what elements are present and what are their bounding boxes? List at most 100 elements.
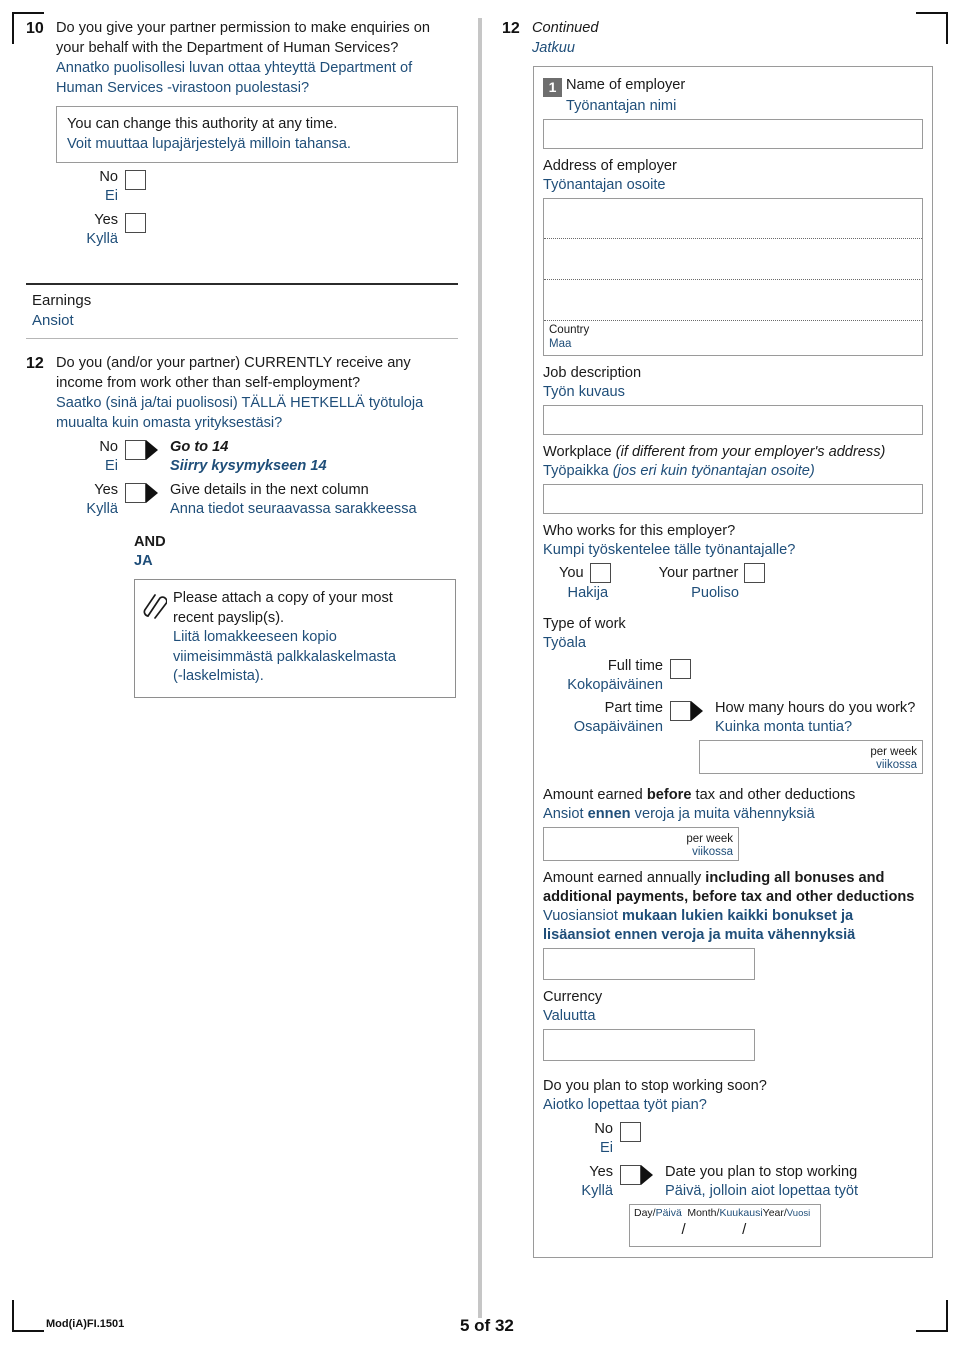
date-slash-2: / — [742, 1221, 747, 1238]
workplace-input[interactable] — [543, 484, 923, 514]
question-12-no-action-fi: Siirry kysymykseen 14 — [170, 458, 327, 474]
amount-before-fi-a: Ansiot — [543, 806, 588, 822]
question-10-no-checkbox[interactable] — [125, 170, 146, 190]
type-of-work-label-en: Type of work — [543, 616, 626, 632]
stop-working-no-checkbox[interactable] — [620, 1122, 641, 1142]
question-12-no-label-en: No — [99, 439, 118, 455]
stop-working-date-input[interactable]: Day/Päivä Month/Kuukausi Year/Vuosi / / — [629, 1204, 821, 1247]
attachment-fi-line1: Liitä lomakkeeseen kopio — [173, 629, 337, 645]
who-works-partner-label-fi: Puoliso — [691, 585, 739, 601]
question-12-yes-label-en: Yes — [94, 482, 118, 498]
question-12-and-en: AND — [134, 534, 166, 550]
question-10-note-fi: Voit muuttaa lupajärjestelyä milloin tah… — [67, 136, 351, 152]
stop-date-label-fi: Päivä, jolloin aiot lopettaa työt — [665, 1183, 859, 1199]
workplace-label: Workplace (if different from your employ… — [543, 443, 923, 481]
who-works-partner[interactable]: Your partner Puoliso — [659, 563, 772, 603]
date-header-row: Day/Päivä Month/Kuukausi Year/Vuosi — [630, 1205, 820, 1220]
arrow-right-icon — [641, 1165, 653, 1185]
stop-working-no-label-fi: Ei — [600, 1140, 613, 1156]
job-description-input[interactable] — [543, 405, 923, 435]
arrow-right-icon — [691, 701, 703, 721]
stop-working-yes-label-en: Yes — [589, 1164, 613, 1180]
amount-annual-fi-c: lisäansiot ennen veroja ja muita vähenny… — [543, 927, 856, 943]
full-time-checkbox[interactable] — [670, 659, 691, 679]
question-12-yes-checkbox[interactable] — [125, 483, 146, 503]
attachment-fi-line3: (-laskelmista). — [173, 668, 264, 684]
question-12-and-fi: JA — [134, 553, 153, 569]
job-description-label-en: Job description — [543, 365, 642, 381]
stop-working-option-no[interactable]: No Ei — [551, 1120, 923, 1158]
question-12-continued-header: 12 Continued Jatkuu — [502, 18, 934, 58]
question-12-en-line2: income from work other than self-employm… — [56, 375, 361, 391]
type-of-work-part-time[interactable]: Part time Osapäiväinen How many hours do… — [543, 699, 923, 737]
question-10-option-no[interactable]: No Ei — [56, 168, 458, 206]
type-of-work-full-time[interactable]: Full time Kokopäiväinen — [543, 657, 923, 695]
workplace-label-en: Workplace — [543, 444, 616, 460]
crop-mark-bottom-right — [916, 1300, 948, 1332]
stop-working-yes-checkbox[interactable] — [620, 1165, 641, 1185]
employer-country-field[interactable]: Country Maa — [543, 322, 923, 356]
amount-before-en-a: Amount earned — [543, 787, 647, 803]
question-10-note-box: You can change this authority at any tim… — [56, 106, 458, 163]
part-time-checkbox[interactable] — [670, 701, 691, 721]
who-works-you[interactable]: You Hakija — [559, 563, 617, 603]
attachment-en-line2: recent payslip(s). — [173, 609, 285, 626]
type-of-work-label-fi: Työala — [543, 635, 586, 651]
hours-question-en: How many hours do you work? — [715, 700, 916, 716]
date-month-header: Month/Kuukausi — [687, 1207, 763, 1219]
hours-question-fi: Kuinka monta tuntia? — [715, 719, 853, 735]
question-12-option-no[interactable]: No Ei Go to 14 Siirry kysymykseen 14 — [56, 438, 458, 476]
stop-working-question-fi: Aiotko lopettaa työt pian? — [543, 1097, 707, 1113]
employer-index-badge: 1 — [543, 78, 562, 97]
stop-date-label-en: Date you plan to stop working — [665, 1164, 858, 1180]
employer-name-input[interactable] — [543, 119, 923, 149]
full-time-label-en: Full time — [607, 658, 663, 674]
question-10-option-yes[interactable]: Yes Kyllä — [56, 211, 458, 249]
hours-unit-fi: viikossa — [876, 759, 917, 771]
employer-country-label-fi: Maa — [549, 337, 572, 350]
currency-input[interactable] — [543, 1029, 755, 1061]
amount-before-en-c: tax and other deductions — [691, 787, 856, 803]
earnings-section-header: Earnings Ansiot — [26, 283, 458, 339]
question-10-yes-checkbox[interactable] — [125, 213, 146, 233]
amount-before-unit-fi: viikossa — [692, 846, 733, 858]
question-12-number: 12 — [26, 355, 44, 372]
amount-annual-input[interactable] — [543, 948, 755, 980]
question-10-fi-line2: Human Services -virastoon puolestasi? — [56, 80, 310, 96]
page-number: 5 of 32 — [460, 1316, 514, 1335]
amount-before-unit-en: per week — [686, 833, 733, 845]
left-column: 10 Do you give your partner permission t… — [26, 18, 458, 698]
attachment-note-box: Please attach a copy of your most recent… — [134, 579, 456, 698]
question-12-no-checkbox[interactable] — [125, 440, 146, 460]
question-12-yes-action-en: Give details in the next column — [170, 482, 369, 498]
question-10-note-en: You can change this authority at any tim… — [67, 116, 338, 132]
amount-annual-label: Amount earned annually including all bon… — [543, 869, 923, 945]
who-works-you-checkbox[interactable] — [589, 563, 611, 583]
question-10-yes-label-en: Yes — [94, 212, 118, 228]
employer-address-input[interactable] — [543, 198, 923, 322]
amount-before-fi-b: ennen — [587, 806, 631, 822]
question-10-no-label-fi: Ei — [105, 188, 118, 204]
employer-name-label-fi: Työnantajan nimi — [566, 98, 677, 114]
amount-annual-en-b: including all bonuses and — [705, 870, 885, 886]
employer-country-label-en: Country — [549, 324, 590, 336]
who-works-question-en: Who works for this employer? — [543, 523, 736, 539]
question-12-no-label-fi: Ei — [105, 458, 118, 474]
stop-working-option-yes[interactable]: Yes Kyllä Date you plan to stop working … — [551, 1163, 923, 1201]
workplace-note-en: (if different from your employer's addre… — [615, 444, 886, 460]
who-works-partner-checkbox[interactable] — [744, 563, 766, 583]
employer-name-label: 1 Name of employer Työnantajan nimi — [543, 76, 923, 116]
currency-label-en: Currency — [543, 989, 603, 1005]
who-works-question-fi: Kumpi työskentelee tälle työnantajalle? — [543, 542, 796, 558]
question-12-option-yes[interactable]: Yes Kyllä Give details in the next colum… — [56, 481, 458, 519]
amount-before-tax-input[interactable]: per week viikossa — [543, 827, 739, 861]
arrow-right-icon — [146, 440, 158, 460]
continued-label-fi: Jatkuu — [532, 40, 575, 56]
amount-before-en-b: before — [646, 787, 692, 803]
amount-annual-en-c: additional payments, before tax and othe… — [543, 889, 915, 905]
arrow-right-icon — [146, 483, 158, 503]
who-works-options: You Hakija Your partner Puoliso — [543, 563, 923, 603]
who-works-you-label-en: You — [559, 564, 584, 581]
full-time-label-fi: Kokopäiväinen — [567, 677, 663, 693]
hours-per-week-input[interactable]: per week viikossa — [699, 740, 923, 774]
